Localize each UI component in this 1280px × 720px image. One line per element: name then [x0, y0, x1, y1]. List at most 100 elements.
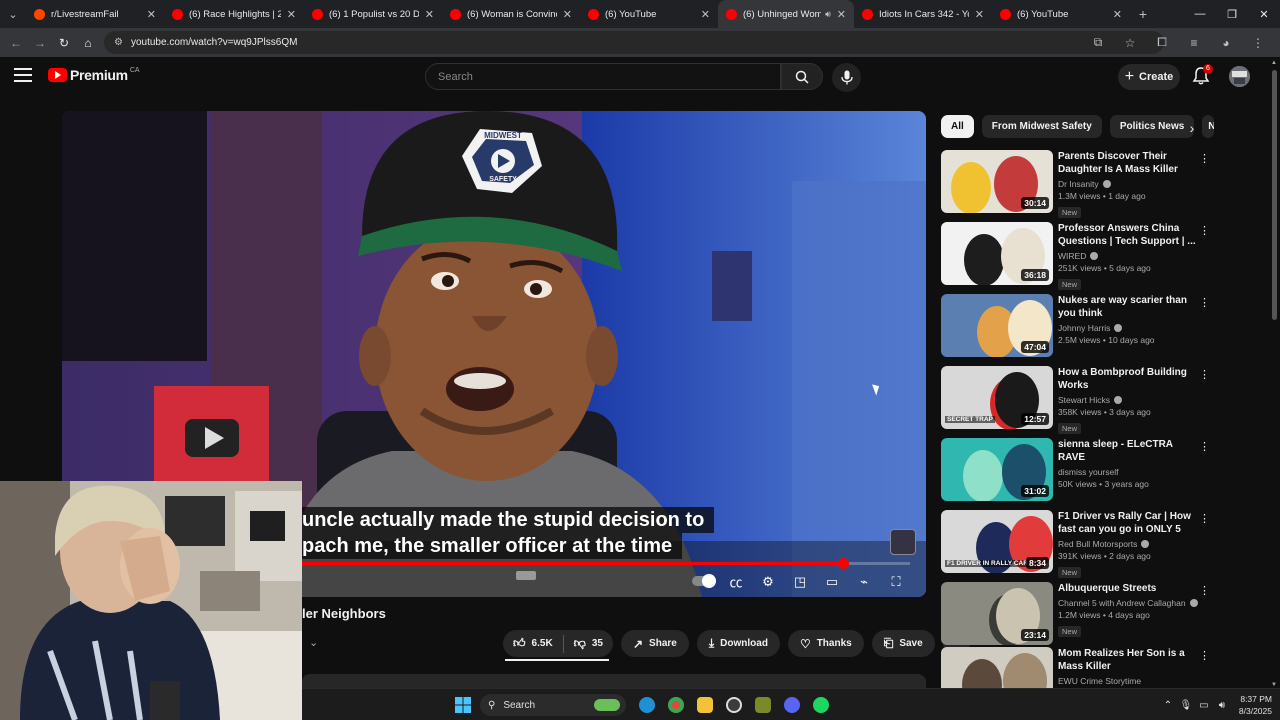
recommendation-item[interactable]: 47:04 Nukes are way scarier than you thin… — [941, 294, 1221, 360]
fullscreen-icon[interactable]: ⛶ — [880, 574, 912, 590]
more-vertical-icon[interactable]: ⋮ — [1199, 368, 1210, 381]
close-tab-icon[interactable]: ✕ — [287, 8, 296, 21]
dislike-button[interactable]: 👎︎ 35 — [564, 630, 613, 657]
browser-tab[interactable]: (6) Woman is Convinced ✕ — [442, 0, 580, 28]
back-icon[interactable]: ← — [4, 36, 28, 50]
menu-icon[interactable] — [14, 68, 32, 82]
video-thumbnail[interactable]: 31:02 — [941, 438, 1053, 501]
browser-tab[interactable]: (6) 1 Populist vs 20 Demo ✕ — [304, 0, 442, 28]
install-app-icon[interactable]: ⧉ — [1082, 35, 1114, 50]
recommendation-title[interactable]: Professor Answers China Questions | Tech… — [1058, 222, 1198, 248]
recommendation-title[interactable]: Mom Realizes Her Son is a Mass Killer — [1058, 647, 1198, 673]
extensions-icon[interactable]: ⧠ — [1146, 35, 1178, 50]
filter-chip[interactable]: From Midwest Safety — [981, 115, 1102, 138]
channel-watermark[interactable] — [890, 529, 916, 555]
description-box[interactable] — [302, 674, 926, 688]
restore-icon[interactable]: ❐ — [1216, 8, 1248, 21]
taskbar-search[interactable]: ⚲ Search — [480, 694, 626, 716]
tray-volume-icon[interactable]: 🔊︎ — [1213, 700, 1231, 711]
browser-tab[interactable]: (6) YouTube ✕ — [992, 0, 1130, 28]
close-tab-icon[interactable]: ✕ — [975, 8, 984, 21]
browser-tab[interactable]: Idiots In Cars 342 - YouTu ✕ — [854, 0, 992, 28]
taskbar-spotify-icon[interactable] — [806, 695, 835, 715]
recommendation-channel[interactable]: WIRED — [1058, 250, 1198, 262]
recommendation-item[interactable]: 31:02 sienna sleep - ELeCTRA RAVE dismiss … — [941, 438, 1221, 504]
download-button[interactable]: ⤓ Download — [696, 630, 780, 657]
filter-chip[interactable]: N — [1202, 115, 1215, 138]
search-button[interactable] — [781, 63, 823, 90]
recommendation-title[interactable]: F1 Driver vs Rally Car | How fast can yo… — [1058, 510, 1198, 536]
taskbar-edge-icon[interactable] — [632, 695, 661, 715]
scrollbar-thumb[interactable] — [1272, 70, 1277, 320]
recommendation-channel[interactable]: Dr Insanity — [1058, 178, 1198, 190]
recommendation-channel[interactable]: Channel 5 with Andrew Callaghan — [1058, 597, 1198, 609]
more-vertical-icon[interactable]: ⋮ — [1199, 224, 1210, 237]
like-button[interactable]: 👍︎ 6.5K — [503, 630, 563, 657]
recommendation-channel[interactable]: Johnny Harris — [1058, 322, 1198, 334]
recommendation-channel[interactable]: dismiss yourself — [1058, 466, 1198, 478]
more-vertical-icon[interactable]: ⋮ — [1199, 296, 1210, 309]
chevron-right-icon[interactable]: › — [1180, 116, 1204, 140]
taskbar-obs-icon[interactable] — [719, 695, 748, 715]
close-tab-icon[interactable]: ✕ — [701, 8, 710, 21]
cast-icon[interactable]: ⌁ — [848, 574, 880, 590]
more-vertical-icon[interactable]: ⋮ — [1199, 584, 1210, 597]
create-button[interactable]: + Create — [1118, 64, 1180, 90]
tab-search-button[interactable]: ⌄ — [0, 0, 26, 28]
close-tab-icon[interactable]: ✕ — [147, 8, 156, 21]
taskbar-app-icon[interactable] — [748, 695, 777, 715]
new-tab-button[interactable]: + — [1130, 6, 1156, 22]
close-tab-icon[interactable]: ✕ — [837, 8, 846, 21]
share-button[interactable]: ↗ Share — [620, 630, 689, 657]
scrubber-handle[interactable] — [837, 558, 849, 569]
close-tab-icon[interactable]: ✕ — [425, 8, 434, 21]
site-info-icon[interactable]: ⚙ — [114, 37, 123, 48]
youtube-premium-logo[interactable]: Premium CA — [48, 67, 140, 83]
tray-overflow-icon[interactable]: ⌃ — [1159, 700, 1177, 711]
browser-tab[interactable]: (6) Race Highlights | 2025 ✕ — [164, 0, 304, 28]
recommendation-item[interactable]: 23:14 Albuquerque Streets Channel 5 with A… — [941, 582, 1221, 648]
video-thumbnail[interactable]: 30:14 — [941, 150, 1053, 213]
thanks-button[interactable]: ♡ Thanks — [787, 630, 864, 657]
theater-mode-icon[interactable]: ▭ — [816, 574, 848, 590]
taskbar-file-explorer-icon[interactable] — [690, 695, 719, 715]
recommendation-title[interactable]: Albuquerque Streets — [1058, 582, 1198, 595]
close-tab-icon[interactable]: ✕ — [1113, 8, 1122, 21]
close-window-icon[interactable]: ✕ — [1248, 8, 1280, 21]
recommendation-channel[interactable]: EWU Crime Storytime — [1058, 675, 1198, 687]
voice-search-button[interactable] — [832, 63, 861, 92]
autoplay-toggle[interactable] — [688, 574, 720, 589]
tray-network-icon[interactable]: ▭ — [1195, 700, 1213, 711]
settings-gear-icon[interactable]: ⚙ — [752, 574, 784, 590]
more-vertical-icon[interactable]: ⋮ — [1199, 440, 1210, 453]
minimize-icon[interactable]: — — [1184, 8, 1216, 20]
more-vertical-icon[interactable]: ⋮ — [1199, 512, 1210, 525]
recommendation-title[interactable]: sienna sleep - ELeCTRA RAVE — [1058, 438, 1198, 464]
recommendation-channel[interactable]: Stewart Hicks — [1058, 394, 1198, 406]
video-thumbnail[interactable]: F1 DRIVER IN RALLY CAR 8:34 — [941, 510, 1053, 573]
browser-tab[interactable]: (6) YouTube ✕ — [580, 0, 718, 28]
recommendation-title[interactable]: How a Bombproof Building Works — [1058, 366, 1198, 392]
browser-menu-icon[interactable]: ⋮ — [1242, 36, 1274, 50]
reload-icon[interactable]: ↻ — [52, 36, 76, 50]
media-controls-icon[interactable]: ≡ — [1178, 36, 1210, 50]
more-vertical-icon[interactable]: ⋮ — [1199, 152, 1210, 165]
browser-tab[interactable]: r/LivestreamFail ✕ — [26, 0, 164, 28]
page-scrollbar[interactable]: ▲ ▼ — [1271, 60, 1278, 688]
recommendation-title[interactable]: Nukes are way scarier than you think — [1058, 294, 1198, 320]
chapter-marker[interactable] — [516, 571, 536, 580]
windows-start-icon[interactable] — [454, 696, 472, 714]
profile-icon[interactable]: ◕ — [1210, 36, 1242, 50]
address-bar[interactable]: ⚙ youtube.com/watch?v=wq9JPlss6QM — [104, 31, 1164, 54]
video-thumbnail[interactable]: SECRET TRAP 12:57 — [941, 366, 1053, 429]
recommendation-title[interactable]: Parents Discover Their Daughter Is A Mas… — [1058, 150, 1198, 176]
bookmark-star-icon[interactable]: ☆ — [1114, 36, 1146, 50]
browser-tab[interactable]: (6) Unhinged Woman🔊︎ ✕ — [718, 0, 854, 28]
system-clock[interactable]: 8:37 PM 8/3/2025 — [1239, 693, 1272, 717]
save-button[interactable]: ⎗ Save — [871, 630, 935, 657]
forward-icon[interactable]: → — [28, 36, 52, 50]
close-tab-icon[interactable]: ✕ — [563, 8, 572, 21]
tab-audio-icon[interactable]: 🔊︎ — [825, 9, 831, 20]
search-input[interactable]: Search — [425, 63, 781, 90]
subtitles-icon[interactable]: ㏄ — [720, 572, 752, 591]
